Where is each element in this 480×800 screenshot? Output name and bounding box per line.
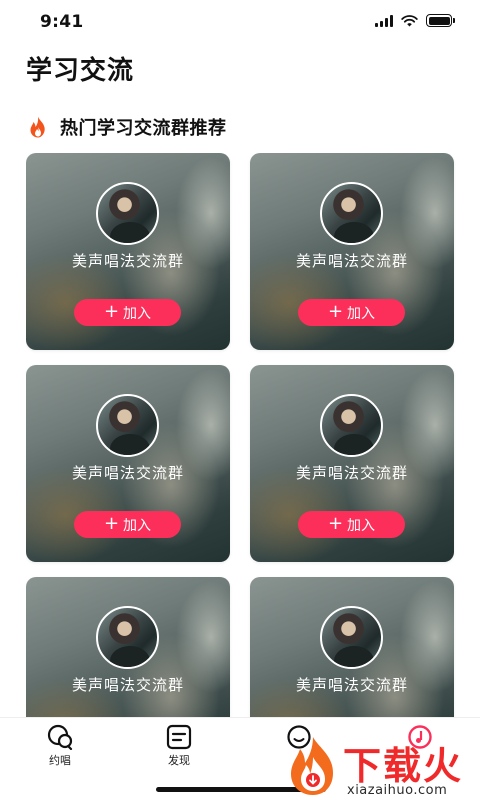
join-button-label: 加入 xyxy=(347,305,376,322)
plus-icon: + xyxy=(103,300,120,322)
watermark-logo: 下载火 xiazaihuo.com xyxy=(285,735,480,800)
flame-logo-icon xyxy=(291,737,333,795)
plus-icon: + xyxy=(327,300,344,322)
tab-yuechang[interactable]: 约唱 xyxy=(30,724,90,768)
group-card[interactable]: 美声唱法交流群 + 加入 xyxy=(250,153,454,350)
fire-icon xyxy=(30,116,45,138)
tab-label: 约唱 xyxy=(49,754,71,767)
join-button[interactable]: + 加入 xyxy=(74,299,181,326)
group-name: 美声唱法交流群 xyxy=(71,464,184,482)
watermark-text: 下载火 xyxy=(343,744,464,788)
page-title: 学习交流 xyxy=(26,56,135,86)
chat-bubbles-icon xyxy=(47,724,73,750)
group-card[interactable]: 美声唱法交流群 + 加入 xyxy=(26,365,230,562)
join-button-label: 加入 xyxy=(123,517,152,534)
group-card[interactable]: 美声唱法交流群 + 加入 xyxy=(250,365,454,562)
group-name: 美声唱法交流群 xyxy=(295,464,408,482)
wifi-icon xyxy=(401,14,418,26)
section-header: 热门学习交流群推荐 xyxy=(26,114,227,140)
plus-icon: + xyxy=(103,512,120,534)
join-button-label: 加入 xyxy=(347,517,376,534)
watermark-url: xiazaihuo.com xyxy=(347,783,448,798)
group-grid: 美声唱法交流群 + 加入 美声唱法交流群 + 加入 美声唱法交流群 + 加入 美… xyxy=(26,153,456,718)
tab-faxian[interactable]: 发现 xyxy=(149,724,209,768)
group-name: 美声唱法交流群 xyxy=(295,676,408,694)
join-button-label: 加入 xyxy=(123,305,152,322)
note-list-icon xyxy=(166,724,192,750)
join-button[interactable]: + 加入 xyxy=(74,511,181,538)
join-button[interactable]: + 加入 xyxy=(298,299,405,326)
section-title: 热门学习交流群推荐 xyxy=(60,118,227,139)
group-avatar xyxy=(320,394,383,457)
group-card[interactable]: 美声唱法交流群 + 加入 xyxy=(250,577,454,718)
group-name: 美声唱法交流群 xyxy=(71,252,184,270)
group-name: 美声唱法交流群 xyxy=(295,252,408,270)
group-avatar xyxy=(320,182,383,245)
status-icons xyxy=(375,14,455,27)
plus-icon: + xyxy=(327,512,344,534)
group-card[interactable]: 美声唱法交流群 + 加入 xyxy=(26,153,230,350)
join-button[interactable]: + 加入 xyxy=(298,511,405,538)
group-card[interactable]: 美声唱法交流群 + 加入 xyxy=(26,577,230,718)
group-name: 美声唱法交流群 xyxy=(71,676,184,694)
battery-icon xyxy=(426,14,455,27)
group-avatar xyxy=(96,394,159,457)
group-avatar xyxy=(96,606,159,669)
status-bar: 9:41 xyxy=(0,0,480,44)
status-time: 9:41 xyxy=(40,12,84,32)
cellular-signal-icon xyxy=(375,14,393,27)
tab-label: 发现 xyxy=(168,754,190,767)
group-avatar xyxy=(96,182,159,245)
group-avatar xyxy=(320,606,383,669)
